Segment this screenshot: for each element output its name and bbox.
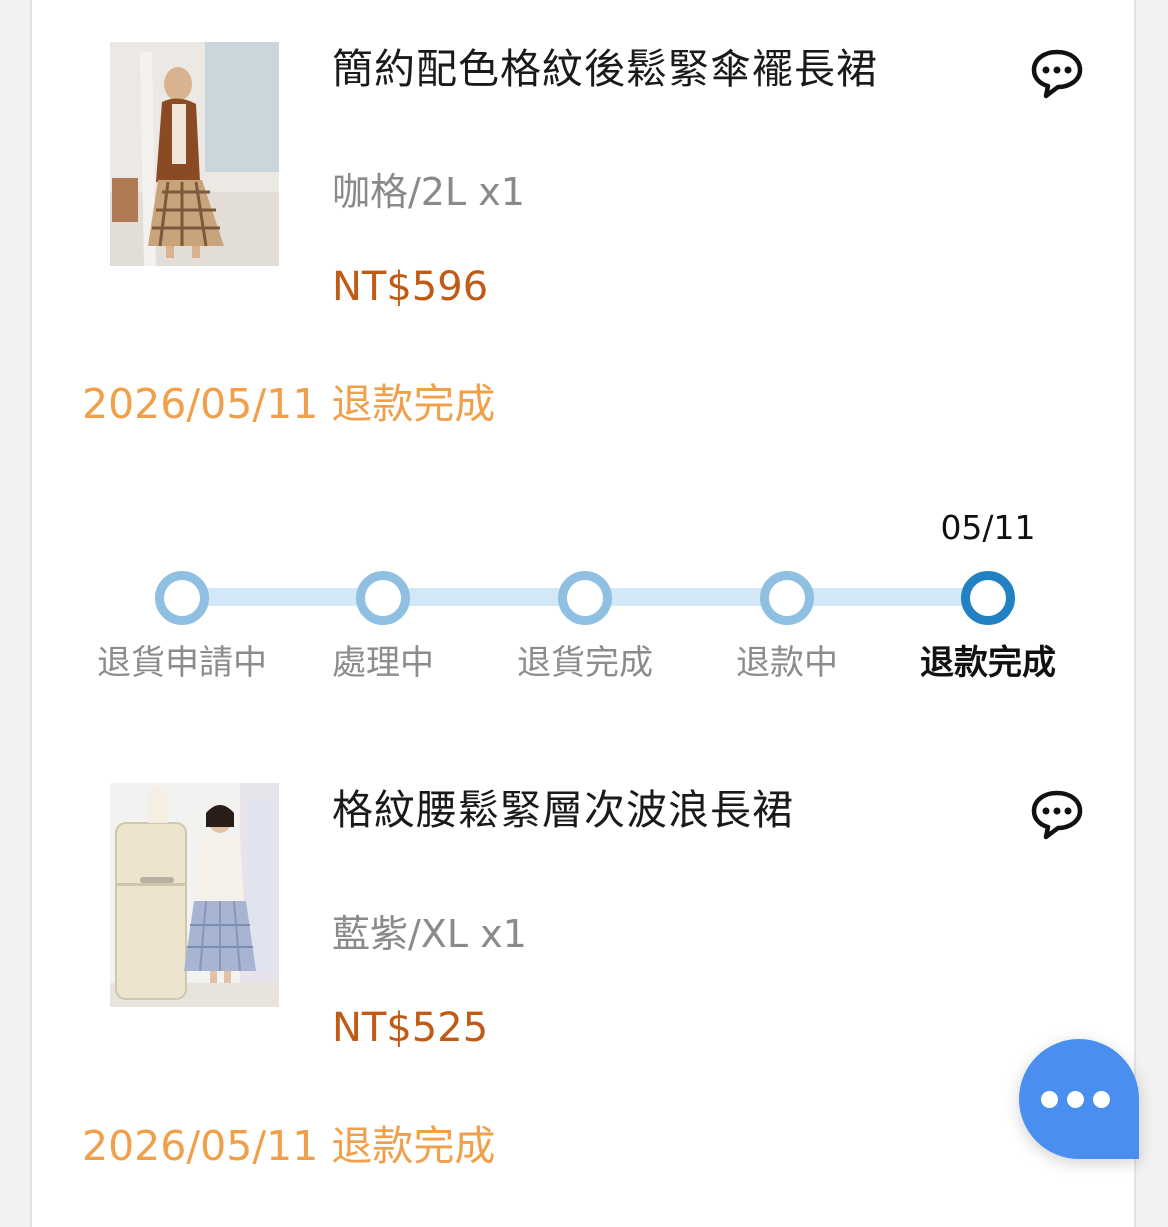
dot — [1093, 1091, 1110, 1108]
product-price: NT$596 — [332, 264, 489, 310]
dot — [1041, 1091, 1058, 1108]
dot — [1067, 1091, 1084, 1108]
product-price: NT$525 — [332, 1005, 489, 1051]
step-label-processing: 處理中 — [332, 643, 434, 683]
step-label-refund-complete: 退款完成 — [920, 643, 1056, 683]
product-variant: 藍紫/XL x1 — [332, 912, 527, 956]
order-item-2[interactable]: 格紋腰鬆緊層次波浪長裙 藍紫/XL x1 NT$525 2026/05/11 退… — [32, 760, 1134, 1200]
product-name[interactable]: 格紋腰鬆緊層次波浪長裙 — [332, 783, 892, 837]
product-thumbnail[interactable] — [110, 42, 279, 266]
product-photo-tiered-skirt — [110, 783, 279, 1007]
step-label-return-requested: 退貨申請中 — [97, 643, 267, 683]
product-photo-plaid-skirt — [110, 42, 279, 266]
product-variant: 咖格/2L x1 — [332, 170, 525, 214]
step-label-return-complete: 退貨完成 — [517, 643, 653, 683]
refund-status-text: 2026/05/11 退款完成 — [82, 1122, 496, 1170]
step-label-refunding: 退款中 — [736, 643, 838, 683]
step-dot-3 — [558, 571, 612, 625]
product-thumbnail[interactable] — [110, 783, 279, 1007]
product-name[interactable]: 簡約配色格紋後鬆緊傘襬長裙 — [332, 42, 892, 96]
step-dot-4 — [760, 571, 814, 625]
step-dot-5-active — [961, 571, 1015, 625]
chat-bubble-icon[interactable] — [1030, 789, 1084, 840]
step-dot-1 — [155, 571, 209, 625]
more-dots-icon[interactable] — [1019, 1039, 1139, 1159]
order-return-screen: 簡約配色格紋後鬆緊傘襬長裙 咖格/2L x1 NT$596 2026/05/11… — [30, 0, 1136, 1227]
chat-bubble-icon[interactable] — [1030, 48, 1084, 99]
order-item-1[interactable]: 簡約配色格紋後鬆緊傘襬長裙 咖格/2L x1 NT$596 2026/05/11… — [32, 0, 1134, 440]
step-date: 05/11 — [940, 508, 1036, 547]
refund-status-text: 2026/05/11 退款完成 — [82, 380, 496, 428]
step-dot-2 — [356, 571, 410, 625]
